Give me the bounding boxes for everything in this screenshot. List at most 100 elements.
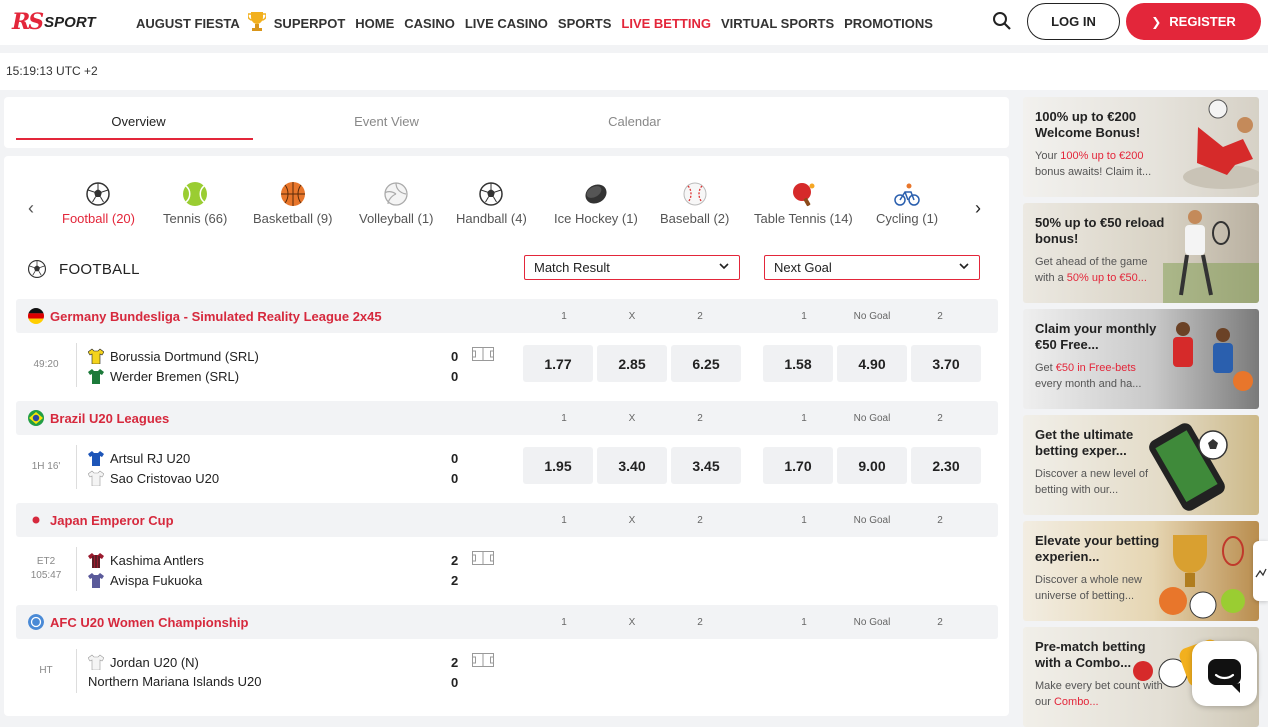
nav-casino[interactable]: CASINO <box>404 16 455 31</box>
sport-item-handball[interactable]: Handball (4) <box>456 181 527 226</box>
chevron-right-icon: ❯ <box>1151 14 1162 29</box>
sport-item-cycling[interactable]: Cycling (1) <box>876 181 938 226</box>
sport-label-tennis: Tennis (66) <box>163 211 228 226</box>
league-name: Brazil U20 Leagues <box>50 411 170 426</box>
basketball-icon <box>280 182 305 206</box>
nav-virtual-sports[interactable]: VIRTUAL SPORTS <box>721 16 834 31</box>
league-name: AFC U20 Women Championship <box>50 615 249 630</box>
chat-button[interactable] <box>1192 641 1257 706</box>
odds-button[interactable]: 1.70 <box>763 447 833 484</box>
chevron-down-icon <box>959 263 969 270</box>
column-header: 1 <box>801 311 807 322</box>
column-header: No Goal <box>853 311 891 322</box>
promo-card[interactable]: Claim your monthly €50 Free... Get €50 i… <box>1023 309 1259 409</box>
tab-calendar[interactable]: Calendar <box>516 114 753 129</box>
main-nav: AUGUST FIESTA SUPERPOT HOME CASINO LIVE … <box>136 12 943 32</box>
match-row[interactable]: HT Jordan U20 (N) Northern Mariana Islan… <box>16 639 998 703</box>
sport-item-basketball[interactable]: Basketball (9) <box>253 181 332 226</box>
away-team: Northern Mariana Islands U20 <box>88 674 261 689</box>
active-tab-indicator <box>16 138 253 140</box>
odds-button[interactable]: 3.40 <box>597 447 667 484</box>
nav-home[interactable]: HOME <box>355 16 394 31</box>
odds-button[interactable]: 3.45 <box>671 447 741 484</box>
sport-item-baseball[interactable]: Baseball (2) <box>660 181 729 226</box>
search-icon[interactable] <box>992 11 1012 31</box>
promo-title: Get the ultimate betting exper... <box>1035 427 1134 458</box>
column-header: 1 <box>561 515 567 526</box>
nav-live-betting[interactable]: LIVE BETTING <box>621 16 711 31</box>
nav-august-fiesta[interactable]: AUGUST FIESTA <box>136 16 240 31</box>
tab-event-view[interactable]: Event View <box>268 114 505 129</box>
section-title: FOOTBALL <box>59 260 140 278</box>
tab-overview[interactable]: Overview <box>20 114 257 129</box>
market-select-match-result[interactable]: Match Result <box>524 255 740 280</box>
odds-button[interactable]: 3.70 <box>911 345 981 382</box>
league-header[interactable]: AFC U20 Women Championship 1 X 2 1 No Go… <box>16 605 998 639</box>
match-time: ET2 105:47 <box>16 537 76 601</box>
match-row[interactable]: ET2 105:47 Kashima Antlers Avispa Fukuok… <box>16 537 998 601</box>
pitch-icon[interactable] <box>472 347 494 361</box>
sport-item-volleyball[interactable]: Volleyball (1) <box>359 181 433 226</box>
home-team-name: Jordan U20 (N) <box>110 654 199 670</box>
league-header[interactable]: Germany Bundesliga - Simulated Reality L… <box>16 299 998 333</box>
carousel-prev-icon[interactable]: ‹ <box>28 198 34 219</box>
carousel-next-icon[interactable]: › <box>975 198 981 219</box>
sport-label-football: Football (20) <box>62 211 135 226</box>
sport-item-tennis[interactable]: Tennis (66) <box>163 181 227 226</box>
match-row[interactable]: 49:20 Borussia Dortmund (SRL) Werder Bre… <box>16 333 998 397</box>
match-time-text: 105:47 <box>30 570 62 581</box>
odds-button[interactable]: 1.95 <box>523 447 593 484</box>
away-team: Werder Bremen (SRL) <box>88 368 239 384</box>
brazil-flag-icon <box>28 410 44 426</box>
sport-item-table-tennis[interactable]: Table Tennis (14) <box>754 181 853 226</box>
column-header: X <box>628 413 636 424</box>
odds-button[interactable]: 2.85 <box>597 345 667 382</box>
promo-card[interactable]: Get the ultimate betting exper... Discov… <box>1023 415 1259 515</box>
rs-sport-logo[interactable]: RS SPORT <box>12 9 104 35</box>
match-row[interactable]: 1H 16' Artsul RJ U20 Sao Cristovao U20 0… <box>16 435 998 499</box>
pitch-icon[interactable] <box>472 551 494 565</box>
chevron-down-icon <box>719 263 729 270</box>
column-header: X <box>628 515 636 526</box>
home-team: Jordan U20 (N) <box>88 654 199 670</box>
market-select-value: Next Goal <box>774 260 832 275</box>
shirt-icon <box>88 553 104 568</box>
home-team-name: Artsul RJ U20 <box>110 450 191 466</box>
promo-card[interactable]: 100% up to €200 Welcome Bonus! Your 100%… <box>1023 97 1259 197</box>
away-score: 2 <box>451 573 459 588</box>
nav-sports[interactable]: SPORTS <box>558 16 611 31</box>
tennis-icon <box>183 182 208 206</box>
league-header[interactable]: Brazil U20 Leagues 1 X 2 1 No Goal 2 <box>16 401 998 435</box>
odds-button[interactable]: 6.25 <box>671 345 741 382</box>
nav-superpot[interactable]: SUPERPOT <box>274 16 346 31</box>
live-events-panel: ‹ Football (20) Tennis (66) Basketball (… <box>4 156 1009 716</box>
cycling-icon <box>894 183 920 206</box>
sport-item-football[interactable]: Football (20) <box>62 181 135 226</box>
odds-button[interactable]: 4.90 <box>837 345 907 382</box>
promo-card[interactable]: Elevate your betting experien... Discove… <box>1023 521 1259 621</box>
odds-button[interactable]: 1.77 <box>523 345 593 382</box>
nav-live-casino[interactable]: LIVE CASINO <box>465 16 548 31</box>
side-drawer-handle[interactable] <box>1253 541 1268 601</box>
volleyball-icon <box>384 182 408 206</box>
promo-description: Discover a new level of betting with our… <box>1035 466 1165 498</box>
promo-description: Get €50 in Free-bets every month and ha.… <box>1035 360 1165 392</box>
login-button[interactable]: LOG IN <box>1027 3 1120 40</box>
pitch-icon[interactable] <box>472 653 494 667</box>
promo-card[interactable]: 50% up to €50 reload bonus! Get ahead of… <box>1023 203 1259 303</box>
league-header[interactable]: Japan Emperor Cup 1 X 2 1 No Goal 2 <box>16 503 998 537</box>
sport-item-ice-hockey[interactable]: Ice Hockey (1) <box>554 181 638 226</box>
promo-desc-text: Discover a whole new universe of betting… <box>1035 574 1142 602</box>
odds-button[interactable]: 1.58 <box>763 345 833 382</box>
column-header: 2 <box>937 311 943 322</box>
nav-promotions[interactable]: PROMOTIONS <box>844 16 933 31</box>
odds-button[interactable]: 2.30 <box>911 447 981 484</box>
odds-button[interactable]: 9.00 <box>837 447 907 484</box>
trophy-icon <box>247 12 266 31</box>
table-tennis-icon <box>793 183 815 207</box>
register-button[interactable]: ❯ REGISTER <box>1126 3 1261 40</box>
divider <box>76 343 77 387</box>
market-select-next-goal[interactable]: Next Goal <box>764 255 980 280</box>
japan-flag-icon <box>28 512 44 528</box>
promo-desc-text: bonus awaits! Claim it... <box>1035 166 1152 178</box>
